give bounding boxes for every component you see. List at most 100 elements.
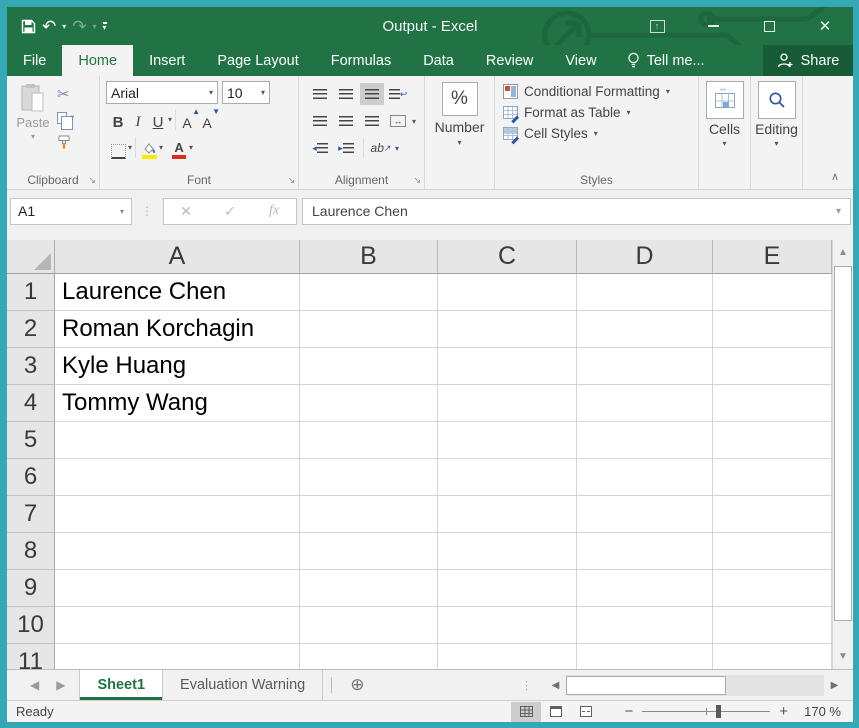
cell-D9[interactable] bbox=[577, 570, 713, 607]
tab-insert[interactable]: Insert bbox=[133, 45, 201, 76]
cell-B1[interactable] bbox=[300, 274, 438, 311]
cut-button[interactable]: ✂ bbox=[57, 85, 74, 102]
cell-E6[interactable] bbox=[713, 459, 832, 496]
tab-page-layout[interactable]: Page Layout bbox=[201, 45, 314, 76]
format-painter-button[interactable] bbox=[57, 133, 74, 150]
tab-review[interactable]: Review bbox=[470, 45, 550, 76]
share-button[interactable]: Share bbox=[763, 45, 853, 76]
column-header-C[interactable]: C bbox=[438, 240, 577, 274]
enter-icon[interactable]: ✓ bbox=[208, 203, 252, 220]
cell-B9[interactable] bbox=[300, 570, 438, 607]
sheet-tab-sheet1[interactable]: Sheet1 bbox=[79, 670, 163, 700]
number-dropdown-icon[interactable]: ▾ bbox=[457, 138, 461, 147]
tell-me-button[interactable]: Tell me... bbox=[627, 45, 705, 76]
bold-button[interactable]: B bbox=[108, 109, 128, 131]
cell-A11[interactable] bbox=[55, 644, 300, 669]
alignment-dialog-launcher[interactable]: ↘ bbox=[413, 175, 421, 186]
row-header-8[interactable]: 8 bbox=[7, 533, 55, 570]
minimize-button[interactable] bbox=[685, 7, 741, 45]
normal-view-button[interactable] bbox=[511, 702, 541, 722]
cell-E8[interactable] bbox=[713, 533, 832, 570]
cell-C6[interactable] bbox=[438, 459, 577, 496]
cell-E11[interactable] bbox=[713, 644, 832, 669]
font-color-button[interactable]: A bbox=[169, 137, 189, 159]
cell-C3[interactable] bbox=[438, 348, 577, 385]
cell-D8[interactable] bbox=[577, 533, 713, 570]
editing-button[interactable] bbox=[758, 81, 796, 119]
align-bottom-button[interactable] bbox=[360, 83, 384, 105]
scroll-up-icon[interactable]: ▲ bbox=[833, 240, 853, 265]
cell-D11[interactable] bbox=[577, 644, 713, 669]
orientation-dropdown-icon[interactable]: ▾ bbox=[395, 144, 399, 153]
select-all-button[interactable] bbox=[7, 240, 55, 274]
cell-E4[interactable] bbox=[713, 385, 832, 422]
cell-A8[interactable] bbox=[55, 533, 300, 570]
expand-formula-bar-icon[interactable]: ▾ bbox=[836, 206, 841, 217]
cell-A6[interactable] bbox=[55, 459, 300, 496]
row-header-1[interactable]: 1 bbox=[7, 274, 55, 311]
percent-style-button[interactable]: % bbox=[442, 82, 478, 116]
horizontal-scroll-thumb[interactable] bbox=[566, 676, 726, 695]
scroll-down-icon[interactable]: ▼ bbox=[833, 644, 853, 669]
cell-E3[interactable] bbox=[713, 348, 832, 385]
tab-formulas[interactable]: Formulas bbox=[315, 45, 407, 76]
paste-dropdown-icon[interactable]: ▾ bbox=[31, 132, 35, 141]
new-sheet-button[interactable]: ⊕ bbox=[340, 670, 374, 700]
scroll-left-icon[interactable]: ◀ bbox=[545, 675, 566, 696]
cell-C7[interactable] bbox=[438, 496, 577, 533]
cell-C1[interactable] bbox=[438, 274, 577, 311]
copy-button[interactable]: ▾ bbox=[57, 109, 74, 126]
fill-color-button[interactable] bbox=[139, 137, 159, 159]
borders-button[interactable] bbox=[108, 137, 128, 159]
sheet-tab-evaluation-warning[interactable]: Evaluation Warning bbox=[163, 670, 323, 700]
customize-qat-icon[interactable]: ▾ bbox=[103, 22, 107, 31]
cell-C8[interactable] bbox=[438, 533, 577, 570]
zoom-level[interactable]: 170 % bbox=[801, 704, 853, 719]
zoom-slider[interactable] bbox=[642, 705, 770, 718]
underline-button[interactable]: U bbox=[148, 109, 168, 131]
cell-A10[interactable] bbox=[55, 607, 300, 644]
vertical-scroll-track[interactable] bbox=[833, 622, 853, 644]
cell-styles-button[interactable]: Cell Styles ▾ bbox=[503, 126, 692, 141]
row-header-3[interactable]: 3 bbox=[7, 348, 55, 385]
row-header-11[interactable]: 11 bbox=[7, 644, 55, 669]
cell-B11[interactable] bbox=[300, 644, 438, 669]
horizontal-scrollbar[interactable]: ◀ ▶ bbox=[545, 675, 845, 696]
cell-B6[interactable] bbox=[300, 459, 438, 496]
cell-E10[interactable] bbox=[713, 607, 832, 644]
cell-E1[interactable] bbox=[713, 274, 832, 311]
page-break-view-button[interactable] bbox=[571, 702, 601, 722]
cell-D4[interactable] bbox=[577, 385, 713, 422]
cell-A7[interactable] bbox=[55, 496, 300, 533]
fill-color-dropdown-icon[interactable]: ▾ bbox=[159, 143, 163, 152]
undo-icon[interactable]: ↶ bbox=[42, 18, 56, 35]
formula-bar-resize-handle[interactable]: ⋮ bbox=[141, 204, 154, 218]
zoom-in-icon[interactable]: + bbox=[770, 703, 797, 720]
cell-C10[interactable] bbox=[438, 607, 577, 644]
row-header-6[interactable]: 6 bbox=[7, 459, 55, 496]
tab-home[interactable]: Home bbox=[62, 45, 133, 76]
align-left-button[interactable] bbox=[308, 110, 332, 132]
horizontal-scroll-track[interactable] bbox=[726, 675, 824, 696]
cell-C9[interactable] bbox=[438, 570, 577, 607]
zoom-out-icon[interactable]: − bbox=[615, 703, 642, 720]
cell-B10[interactable] bbox=[300, 607, 438, 644]
row-header-9[interactable]: 9 bbox=[7, 570, 55, 607]
row-header-5[interactable]: 5 bbox=[7, 422, 55, 459]
row-header-7[interactable]: 7 bbox=[7, 496, 55, 533]
cell-B4[interactable] bbox=[300, 385, 438, 422]
scroll-right-icon[interactable]: ▶ bbox=[824, 675, 845, 696]
decrease-indent-button[interactable]: ◂ bbox=[308, 137, 332, 159]
cancel-icon[interactable]: ✕ bbox=[164, 203, 208, 220]
formula-input[interactable]: Laurence Chen ▾ bbox=[302, 198, 851, 225]
cell-B5[interactable] bbox=[300, 422, 438, 459]
row-header-2[interactable]: 2 bbox=[7, 311, 55, 348]
collapse-ribbon-icon[interactable]: ∧ bbox=[831, 170, 839, 183]
cell-C5[interactable] bbox=[438, 422, 577, 459]
tab-view[interactable]: View bbox=[549, 45, 612, 76]
column-header-B[interactable]: B bbox=[300, 240, 438, 274]
cells-button[interactable] bbox=[706, 81, 744, 119]
cell-E5[interactable] bbox=[713, 422, 832, 459]
cell-A1[interactable]: Laurence Chen bbox=[55, 274, 300, 311]
cell-B2[interactable] bbox=[300, 311, 438, 348]
